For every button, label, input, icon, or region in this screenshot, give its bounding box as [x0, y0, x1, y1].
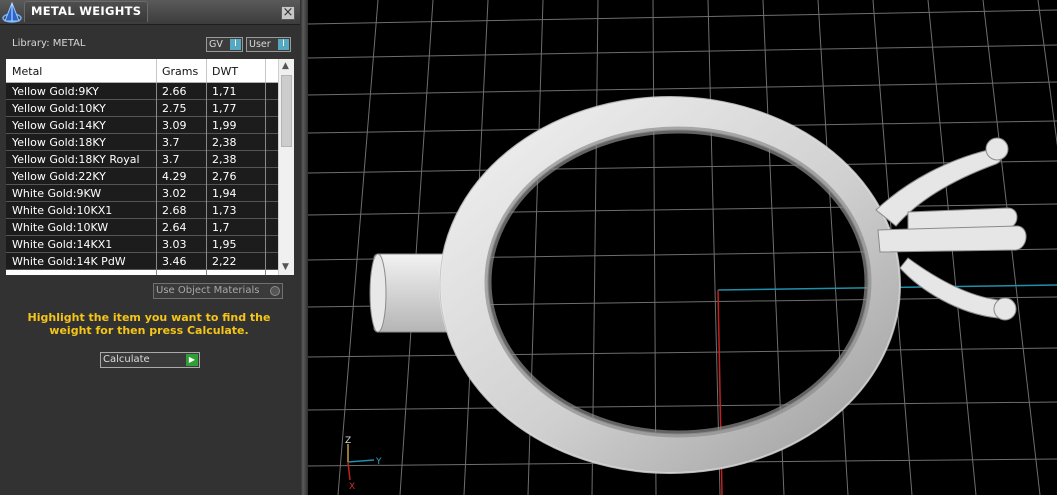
- column-divider[interactable]: [206, 59, 207, 82]
- panel-tab: METAL WEIGHTS: [24, 1, 148, 22]
- table-row[interactable]: Yellow Gold:22KY 4.29 2,76: [6, 168, 278, 185]
- scroll-down-icon[interactable]: ▼: [282, 262, 289, 272]
- metal-cell: White Gold:10KW: [12, 221, 109, 234]
- scroll-up-icon[interactable]: ▲: [282, 61, 289, 71]
- grams-cell: 3.7: [162, 153, 180, 166]
- user-toggle-label: User: [249, 39, 271, 50]
- metal-cell: White Gold:10KX1: [12, 204, 113, 217]
- table-row[interactable]: White Gold:10KW 2.64 1,7: [6, 219, 278, 236]
- gv-toggle[interactable]: GV I: [206, 37, 243, 52]
- metal-cell: Yellow Gold:9KY: [12, 85, 99, 98]
- use-object-materials-label: Use Object Materials: [156, 285, 260, 296]
- checkbox-indicator-icon[interactable]: [270, 286, 280, 296]
- table-row[interactable]: Yellow Gold:18KY 3.7 2,38: [6, 134, 278, 151]
- table-row[interactable]: Yellow Gold:9KY 2.66 1,71: [6, 83, 278, 100]
- dwt-cell: 2,38: [212, 136, 237, 149]
- close-button[interactable]: ×: [281, 6, 295, 20]
- metal-cell: Yellow Gold:22KY: [12, 170, 106, 183]
- column-header-metal[interactable]: Metal: [12, 65, 42, 78]
- table-row[interactable]: Yellow Gold:18KY Royal 3.7 2,38: [6, 151, 278, 168]
- app-logo-icon: [2, 1, 22, 23]
- table-row[interactable]: White Gold:10KX1 2.68 1,73: [6, 202, 278, 219]
- metal-cell: Yellow Gold:10KY: [12, 102, 106, 115]
- gv-toggle-indicator-icon: I: [230, 39, 241, 50]
- calculate-button[interactable]: Calculate ▶: [100, 352, 200, 368]
- table-row[interactable]: White Gold:14KX1 3.03 1,95: [6, 236, 278, 253]
- grams-cell: 2.68: [162, 204, 187, 217]
- grams-cell: 2.75: [162, 102, 187, 115]
- column-divider[interactable]: [265, 59, 266, 82]
- dwt-cell: 2,38: [212, 153, 237, 166]
- gv-toggle-label: GV: [209, 39, 223, 50]
- dwt-cell: 1,73: [212, 204, 237, 217]
- library-label: Library: METAL: [12, 38, 86, 49]
- calculate-label: Calculate: [103, 354, 150, 365]
- gizmo-y-label: Y: [375, 457, 382, 467]
- dwt-cell: 1,71: [212, 85, 237, 98]
- gizmo-x-label: X: [349, 482, 355, 492]
- dwt-cell: 2,76: [212, 170, 237, 183]
- dwt-cell: 1,95: [212, 238, 237, 251]
- dwt-cell: 1,94: [212, 187, 237, 200]
- metal-cell: Yellow Gold:14KY: [12, 119, 106, 132]
- column-header-grams[interactable]: Grams: [162, 65, 198, 78]
- column-gridline: [265, 83, 266, 275]
- table-row[interactable]: White Gold:9KW 3.02 1,94: [6, 185, 278, 202]
- dwt-cell: 1,77: [212, 102, 237, 115]
- column-gridline: [156, 83, 157, 275]
- table-row[interactable]: Yellow Gold:14KY 3.09 1,99: [6, 117, 278, 134]
- table-row[interactable]: Yellow Gold:10KY 2.75 1,77: [6, 100, 278, 117]
- metal-weights-table: Metal Grams DWT Yellow Gold:9KY 2.66 1,71 Y…: [6, 59, 294, 275]
- table-body: Yellow Gold:9KY 2.66 1,71 Yellow Gold:10KY 2…: [6, 83, 278, 270]
- table-row[interactable]: White Gold:14K PdW 3.46 2,22: [6, 253, 278, 270]
- scroll-thumb[interactable]: [281, 75, 292, 147]
- grams-cell: 2.64: [162, 221, 187, 234]
- gizmo-z-label: Z: [345, 436, 351, 446]
- dwt-cell: 1,7: [212, 221, 230, 234]
- metal-cell: White Gold:14K PdW: [12, 255, 126, 268]
- user-toggle[interactable]: User I: [246, 37, 291, 52]
- grams-cell: 3.7: [162, 136, 180, 149]
- play-arrow-icon: ▶: [186, 354, 198, 366]
- use-object-materials-checkbox[interactable]: Use Object Materials: [153, 283, 283, 299]
- metal-cell: White Gold:14KX1: [12, 238, 113, 251]
- ring-band[interactable]: [439, 96, 901, 474]
- axis-gizmo: Z Y X: [345, 436, 382, 492]
- metal-cell: White Gold:9KW: [12, 187, 102, 200]
- grams-cell: 3.02: [162, 187, 187, 200]
- column-header-dwt[interactable]: DWT: [212, 65, 238, 78]
- grams-cell: 3.09: [162, 119, 187, 132]
- instruction-text: Highlight the item you want to find the …: [27, 311, 271, 337]
- dwt-cell: 1,99: [212, 119, 237, 132]
- metal-cell: Yellow Gold:18KY: [12, 136, 106, 149]
- grams-cell: 3.03: [162, 238, 187, 251]
- panel-title: METAL WEIGHTS: [31, 4, 142, 18]
- viewport-canvas: Z Y X: [308, 0, 1057, 495]
- column-divider[interactable]: [156, 59, 157, 82]
- user-toggle-indicator-icon: I: [278, 39, 289, 50]
- grams-cell: 4.29: [162, 170, 187, 183]
- 3d-viewport[interactable]: Z Y X: [308, 0, 1057, 495]
- panel-titlebar[interactable]: METAL WEIGHTS ×: [0, 0, 300, 25]
- metal-cell: Yellow Gold:18KY Royal: [12, 153, 140, 166]
- metal-weights-panel: METAL WEIGHTS × Library: METAL GV I User…: [0, 0, 300, 495]
- panel-splitter[interactable]: [300, 0, 308, 495]
- dwt-cell: 2,22: [212, 255, 237, 268]
- table-header: Metal Grams DWT: [6, 59, 278, 83]
- grams-cell: 3.46: [162, 255, 187, 268]
- column-gridline: [206, 83, 207, 275]
- table-scrollbar[interactable]: ▲ ▼: [278, 59, 294, 275]
- grams-cell: 2.66: [162, 85, 187, 98]
